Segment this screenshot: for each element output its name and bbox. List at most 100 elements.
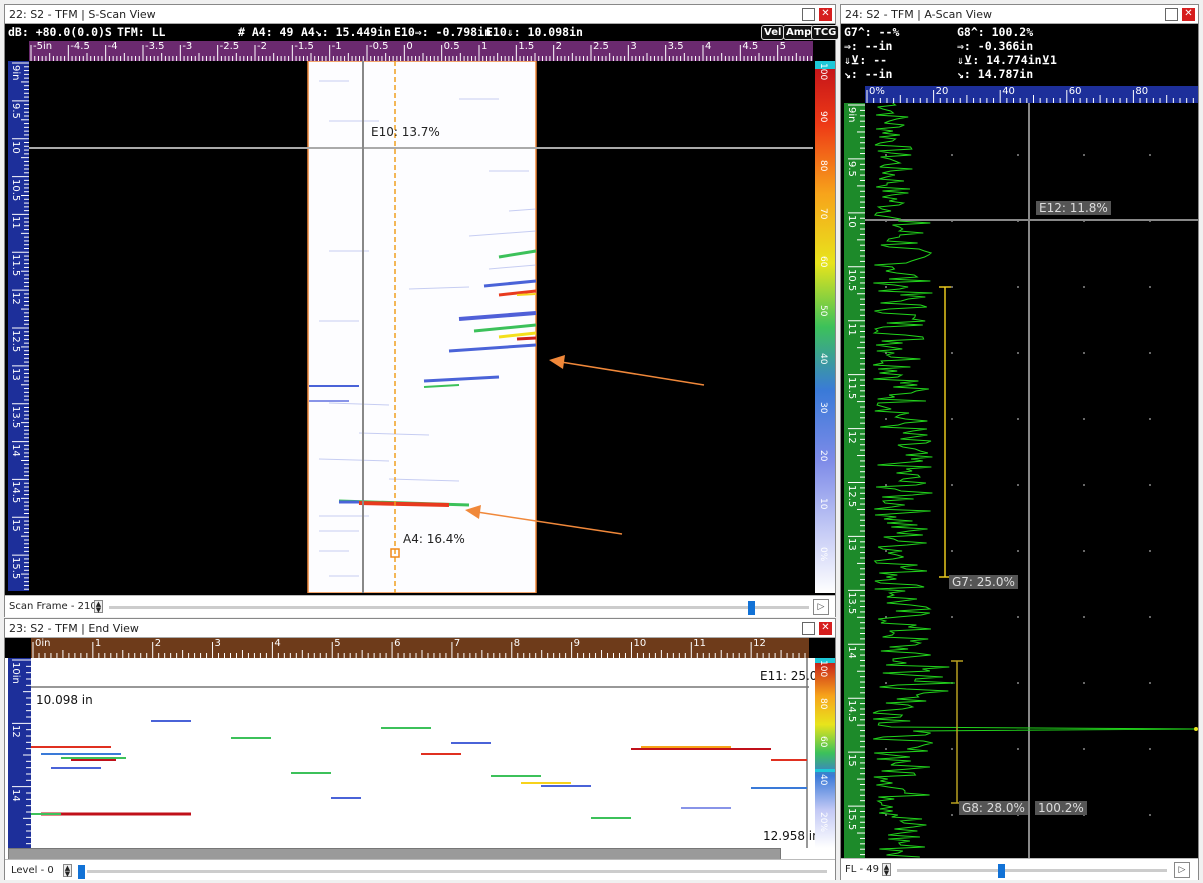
grid-dot <box>951 286 953 288</box>
ruler-tick-label: 4 <box>274 638 281 649</box>
sscan-titlebar: 22: S2 - TFM | S-Scan View ✕ <box>5 5 835 24</box>
colorbar-tick-label: 30 <box>818 401 828 413</box>
ruler-tick-label: 14.5 <box>846 700 857 723</box>
level-slider-track[interactable] <box>87 870 827 873</box>
ruler-tick-label: 1 <box>94 638 102 649</box>
endview-y-ruler: 10in 12 14 <box>8 658 31 848</box>
ruler-tick-label: 80 <box>1135 86 1149 97</box>
grid-dot <box>1017 418 1019 420</box>
scan-frame-slider-thumb[interactable] <box>748 601 755 615</box>
colorbar-tick-label: 40 <box>818 774 828 786</box>
grid-dot <box>1083 616 1085 618</box>
sscan-plot[interactable] <box>29 61 813 593</box>
ruler-tick-label: 12 <box>10 292 21 305</box>
ruler-tick-label: 10.5 <box>846 268 857 292</box>
endview-plot[interactable] <box>31 658 809 848</box>
fl-spinner[interactable]: ▲ ▼ <box>882 863 891 877</box>
maximize-icon[interactable] <box>802 8 815 21</box>
fl-slider-thumb[interactable] <box>998 864 1005 878</box>
grid-dot <box>1083 286 1085 288</box>
amp-button[interactable]: Amp <box>783 25 815 40</box>
ruler-tick-label: -2 <box>257 41 267 52</box>
ruler-tick-label: 2 <box>555 41 563 52</box>
e12-cursor-label: E12: 11.8% <box>1036 201 1111 215</box>
g8-vertical-readout: ⇓⊻: 14.774in⊻1 <box>957 53 1057 67</box>
fl-slider-track[interactable] <box>897 869 1167 872</box>
ruler-tick-label: 12.5 <box>846 484 857 507</box>
vel-button[interactable]: Vel <box>761 25 785 40</box>
grid-dot <box>1149 748 1151 750</box>
ruler-tick-label: 13.5 <box>846 592 857 615</box>
ruler-tick-label: 14 <box>846 646 857 660</box>
ascan-title: 24: S2 - TFM | A-Scan View <box>845 8 992 21</box>
ruler-tick-label: 10 <box>10 140 21 154</box>
ruler-tick-label: 8 <box>513 638 521 649</box>
ruler-tick-label: 10.5 <box>10 178 21 201</box>
ruler-tick-label: 9 <box>573 638 580 649</box>
ruler-tick-label: 0 <box>406 41 413 52</box>
g7-distance-readout: ↘: --in <box>844 67 893 81</box>
close-icon[interactable]: ✕ <box>1182 8 1195 21</box>
ascan-plot[interactable] <box>865 103 1198 858</box>
grid-dot <box>951 748 953 750</box>
ruler-tick-label: 0in <box>35 638 51 649</box>
scan-frame-slider-track[interactable] <box>109 606 809 609</box>
level-label: Level - 0 <box>11 865 54 876</box>
level-slider-thumb[interactable] <box>78 865 85 879</box>
maximize-icon[interactable] <box>1165 8 1178 21</box>
ruler-tick-label: 14 <box>10 788 21 802</box>
colorbar-tick-label: 20 <box>818 449 828 462</box>
ruler-tick-label: 3 <box>214 638 221 649</box>
close-icon[interactable]: ✕ <box>819 622 832 635</box>
colorbar-tick-label: 50 <box>818 304 828 317</box>
ruler-tick-label: 11 <box>693 638 707 649</box>
ruler-tick-label: 4.5 <box>742 41 759 52</box>
grid-dot <box>885 682 887 684</box>
maximize-icon[interactable] <box>802 622 815 635</box>
level-spinner[interactable]: ▲ ▼ <box>63 864 72 878</box>
ruler-tick-label: 15 <box>10 519 21 533</box>
grid-dot <box>951 352 953 354</box>
grid-dot <box>1149 484 1151 486</box>
tcg-button[interactable]: TCG <box>811 25 840 40</box>
grid-dot <box>885 748 887 750</box>
ruler-tick-label: 0% <box>869 86 885 97</box>
colorbar-tick-label: 100 <box>818 660 828 678</box>
grid-dot <box>1083 418 1085 420</box>
ruler-tick-label: 3 <box>630 41 637 52</box>
ruler-tick-label: 15.5 <box>10 557 21 580</box>
sscan-statusbar: Scan Frame - 210 ▲ ▼ ▷ <box>5 595 835 617</box>
scan-frame-spinner[interactable]: ▲ ▼ <box>94 600 103 614</box>
grid-dot <box>1083 154 1085 156</box>
colorbar-tick-label: 100 <box>818 63 828 81</box>
grid-dot <box>1017 484 1019 486</box>
close-icon[interactable]: ✕ <box>819 8 832 21</box>
grid-dot <box>1017 616 1019 618</box>
play-icon[interactable]: ▷ <box>813 599 829 615</box>
sscan-x-ruler: -5in -4.5 -4 -3.5 -3 -2.5 -2 -1.5 -1 -0.5 0 0.5 1 1.5… <box>29 41 813 61</box>
grid-dot <box>885 286 887 288</box>
grid-dot <box>1149 418 1151 420</box>
g7-peak-readout: G7^: --% <box>844 25 900 39</box>
ruler-tick-label: -3 <box>182 41 193 52</box>
fl-label: FL - 49 <box>845 864 880 875</box>
endview-bottom-value: 12.958 in <box>763 829 820 843</box>
play-icon[interactable]: ▷ <box>1174 862 1190 878</box>
g8-horizontal-readout: ⇒: -0.366in <box>957 39 1034 53</box>
grid-dot <box>885 154 887 156</box>
ruler-tick-label: 5 <box>334 638 341 649</box>
endview-statusbar: Level - 0 ▲ ▼ <box>5 859 835 880</box>
endview-top-value: 10.098 in <box>36 693 93 707</box>
a4-readout: # A4: 49 <box>238 25 294 39</box>
endview-x-ruler: 0in 1 2 3 4 5 6 7 8 9 10 11 12 <box>31 638 809 658</box>
sscan-y-ruler: 9in 9.5 10 10.5 11 11.5 12 12.5 13 13.5 14 14.5 15 15… <box>8 61 29 591</box>
tfm-readout: TFM: LL <box>117 25 166 39</box>
grid-dot <box>1149 616 1151 618</box>
ruler-tick-label: 10 <box>846 214 857 228</box>
endview-titlebar: 23: S2 - TFM | End View ✕ <box>5 619 835 638</box>
colorbar-tick-label: 10 <box>818 498 828 510</box>
sscan-colorbar: 100 90 80 70 60 50 40 30 20 10 0% <box>815 61 835 593</box>
ruler-tick-label: 11 <box>846 322 857 336</box>
ascan-panel: 24: S2 - TFM | A-Scan View ✕ G7^: --% G8… <box>840 4 1199 880</box>
scan-frame-label: Scan Frame - 210 <box>9 601 97 612</box>
